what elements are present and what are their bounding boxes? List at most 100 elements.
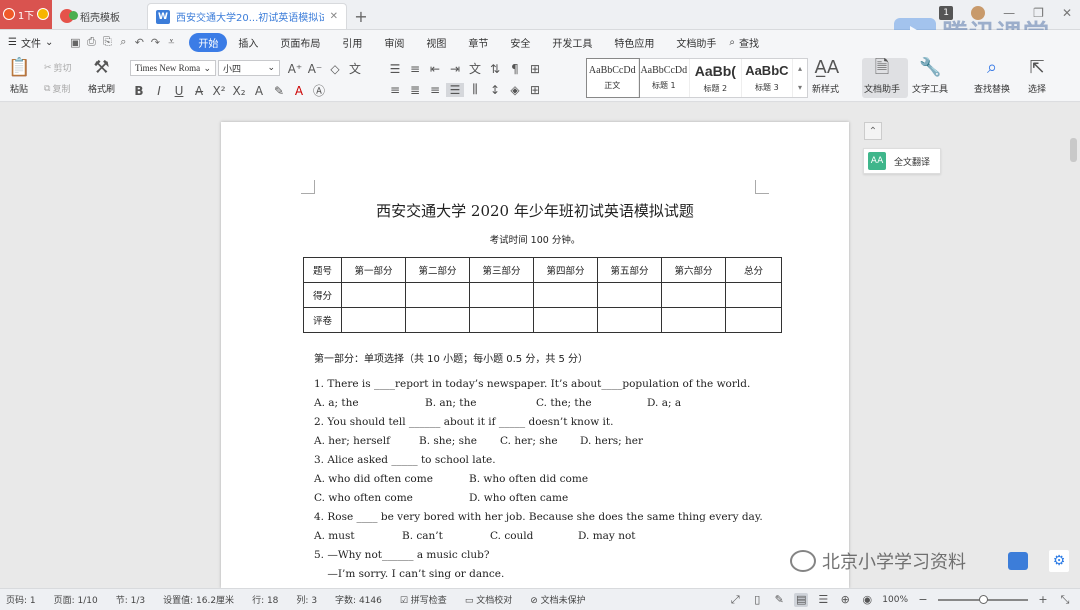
font-name-select[interactable]: Times New Roma ⌄ <box>130 60 216 76</box>
table-cell[interactable] <box>405 307 470 333</box>
menu-tab-home[interactable]: 开始 <box>189 32 228 52</box>
italic-icon[interactable]: I <box>150 84 168 98</box>
table-cell[interactable] <box>661 282 726 308</box>
clear-format-icon[interactable]: ◇ <box>326 62 344 76</box>
chinese-layout-icon[interactable]: 文 <box>466 60 484 77</box>
show-marks-icon[interactable]: ¶ <box>506 62 524 76</box>
bullet-list-icon[interactable]: ☰ <box>386 62 404 76</box>
menu-search[interactable]: ⌕ 查找 <box>729 35 759 50</box>
align-right-icon[interactable]: ≡ <box>426 83 444 97</box>
menu-tab-doc-assistant[interactable]: 文档助手 <box>665 35 727 50</box>
find-replace-button[interactable]: ⌕ 查找替换 <box>974 58 1010 96</box>
zoom-out-icon[interactable]: − <box>916 593 930 607</box>
align-left-icon[interactable]: ≡ <box>386 83 404 97</box>
indent-icon[interactable]: ⇥ <box>446 62 464 76</box>
shading-icon[interactable]: ◈ <box>506 83 524 97</box>
customize-icon[interactable]: ⩡ <box>163 35 179 49</box>
menu-tab-layout[interactable]: 页面布局 <box>269 35 331 50</box>
outline-icon[interactable]: ☰ <box>816 593 830 607</box>
shrink-font-icon[interactable]: A⁻ <box>306 62 324 76</box>
fit-page-icon[interactable]: ⤡ <box>1058 593 1072 607</box>
copy-button[interactable]: ⧉ 复制 <box>44 82 70 96</box>
font-size-select[interactable]: 小四 ⌄ <box>218 60 280 76</box>
new-tab-button[interactable]: + <box>347 3 375 29</box>
bold-icon[interactable]: B <box>130 84 148 98</box>
underline-icon[interactable]: U <box>170 84 188 98</box>
table-cell[interactable] <box>405 282 470 308</box>
grow-font-icon[interactable]: A⁺ <box>286 62 304 76</box>
style-normal[interactable]: AaBbCcDd 正文 <box>586 58 640 98</box>
align-center-icon[interactable]: ≣ <box>406 83 424 97</box>
new-style-button[interactable]: A̲A 新样式 <box>812 58 839 96</box>
table-cell[interactable] <box>469 282 534 308</box>
tab-document[interactable]: W 西安交通大学20...初试英语模拟试题 ✕ <box>147 3 347 29</box>
page-view-icon[interactable]: ▤ <box>794 592 809 607</box>
table-cell[interactable] <box>469 307 534 333</box>
superscript-icon[interactable]: X² <box>210 84 228 98</box>
menu-tab-developer[interactable]: 开发工具 <box>541 35 603 50</box>
select-button[interactable]: ⇱ 选择 <box>1026 58 1048 96</box>
table-cell[interactable] <box>341 307 406 333</box>
font-color-icon[interactable]: A <box>290 84 308 98</box>
outline-view-icon[interactable]: ⤢ <box>728 593 742 607</box>
tab-template[interactable]: 稻壳模板 <box>52 3 147 29</box>
protection-status[interactable]: ⊘ 文档未保护 <box>524 593 597 606</box>
home-tab[interactable]: 1下 <box>0 0 52 29</box>
spell-check-button[interactable]: ☑ 拼写检查 <box>394 593 459 606</box>
style-heading-3[interactable]: AaBbC 标题 3 <box>742 59 794 97</box>
strikethrough-icon[interactable]: A̶ <box>190 84 208 98</box>
web-view-icon[interactable]: ⊕ <box>838 593 852 607</box>
print-icon[interactable]: ⎘ <box>99 35 115 49</box>
zoom-slider[interactable] <box>938 594 1028 604</box>
line-spacing-icon[interactable]: ↕ <box>486 83 504 97</box>
table-cell[interactable] <box>533 282 598 308</box>
table-icon[interactable]: ⊞ <box>526 62 544 76</box>
table-cell[interactable] <box>597 282 662 308</box>
zoom-in-icon[interactable]: + <box>1036 593 1050 607</box>
collapse-panel-button[interactable]: ⌃ <box>864 122 882 140</box>
eye-protect-icon[interactable]: ◉ <box>860 593 874 607</box>
cut-button[interactable]: ✂ 剪切 <box>44 61 72 75</box>
table-cell[interactable] <box>597 307 662 333</box>
settings-gear-icon[interactable]: ⚙ <box>1049 550 1069 572</box>
outdent-icon[interactable]: ⇤ <box>426 62 444 76</box>
sort-icon[interactable]: ⇅ <box>486 62 504 76</box>
distribute-icon[interactable]: ⫼ <box>466 82 484 97</box>
paste-button[interactable]: 📋 粘贴 <box>8 58 30 96</box>
close-tab-icon[interactable]: ✕ <box>330 11 338 22</box>
menu-tab-security[interactable]: 安全 <box>499 35 541 50</box>
numbered-list-icon[interactable]: ≡ <box>406 62 424 76</box>
char-border-icon[interactable]: Ⓐ <box>310 82 328 99</box>
text-effect-icon[interactable]: A <box>250 84 268 98</box>
document-page[interactable]: 西安交通大学 2020 年少年班初试英语模拟试题 考试时间 100 分钟。 题号… <box>221 122 849 588</box>
highlight-icon[interactable]: ✎ <box>270 84 288 98</box>
menu-tab-chapter[interactable]: 章节 <box>457 35 499 50</box>
zoom-level[interactable]: 100% <box>882 595 908 605</box>
menu-tab-insert[interactable]: 插入 <box>227 35 269 50</box>
menu-tab-review[interactable]: 审阅 <box>373 35 415 50</box>
menu-tab-reference[interactable]: 引用 <box>331 35 373 50</box>
edit-icon[interactable]: ✎ <box>772 593 786 607</box>
reading-view-icon[interactable]: ▯ <box>750 593 764 607</box>
style-scroll[interactable]: ▴ ▾ <box>793 59 807 97</box>
save-icon[interactable]: ▣ <box>67 36 83 49</box>
proofread-button[interactable]: ▭ 文档校对 <box>459 593 524 606</box>
justify-icon[interactable]: ☰ <box>446 82 464 97</box>
table-cell[interactable] <box>725 307 782 333</box>
full-translate-button[interactable]: AA 全文翻译 <box>863 148 941 174</box>
menu-tab-features[interactable]: 特色应用 <box>603 35 665 50</box>
table-cell[interactable] <box>725 282 782 308</box>
export-pdf-icon[interactable]: ⎙ <box>83 35 99 49</box>
undo-icon[interactable]: ↶ <box>131 36 147 49</box>
status-words[interactable]: 字数: 4146 <box>329 593 394 606</box>
file-menu[interactable]: ☰ 文件 ⌄ <box>8 35 67 50</box>
floating-tool-icon[interactable] <box>1008 552 1028 570</box>
table-cell[interactable] <box>341 282 406 308</box>
doc-assistant-button[interactable]: 🗎 文档助手 <box>864 58 900 96</box>
style-heading-2[interactable]: AaBb( 标题 2 <box>690 59 742 97</box>
zoom-slider-thumb[interactable] <box>979 594 988 604</box>
close-icon[interactable]: ✕ <box>1062 6 1072 20</box>
preview-icon[interactable]: ⌕ <box>115 35 131 49</box>
table-cell[interactable] <box>533 307 598 333</box>
table-cell[interactable] <box>661 307 726 333</box>
